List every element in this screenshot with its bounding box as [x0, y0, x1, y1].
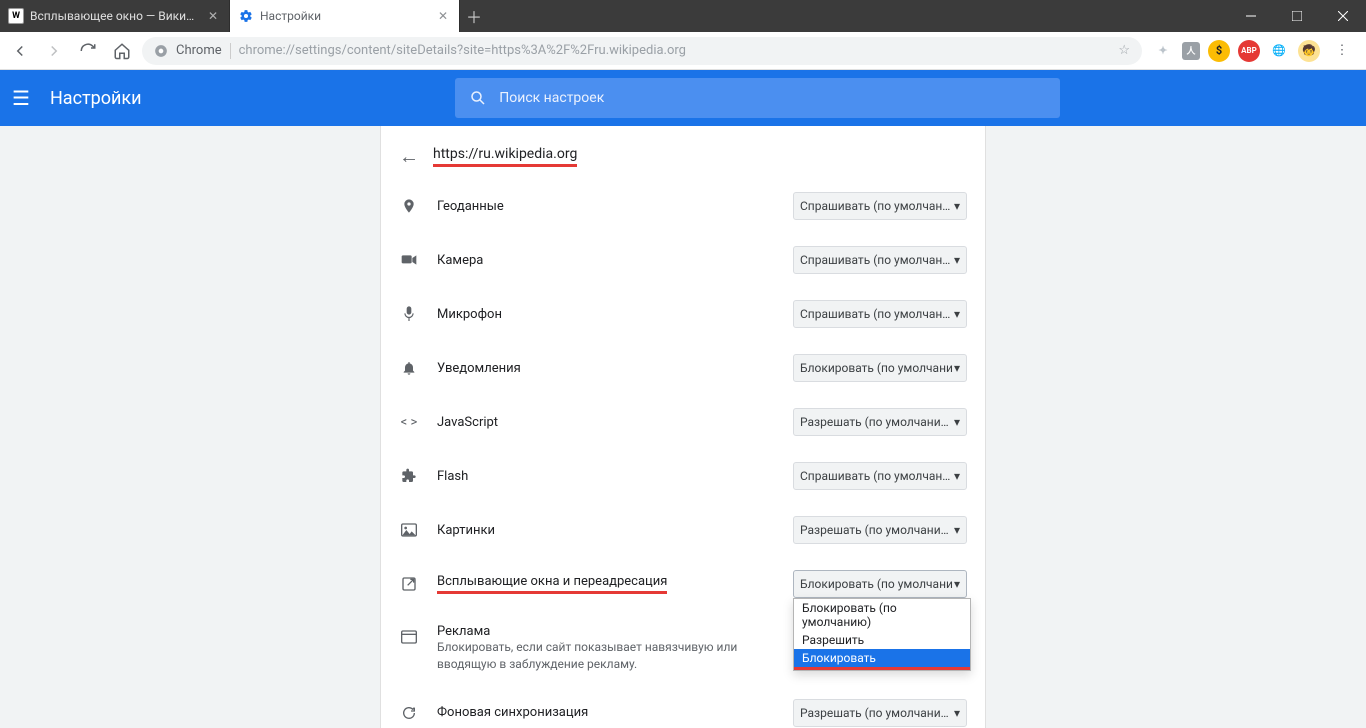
menu-icon[interactable]: ☰ — [12, 86, 30, 110]
page-title: Настройки — [50, 88, 142, 109]
perm-select-js[interactable]: Разрешать (по умолчанию)▾ — [793, 408, 967, 436]
site-details-card: ← https://ru.wikipedia.org Геоданные Спр… — [380, 126, 986, 728]
window-icon — [399, 630, 419, 644]
perm-label: JavaScript — [437, 415, 775, 430]
perm-select-bgsync[interactable]: Разрешать (по умолчанию)▾ — [793, 699, 967, 727]
tab-settings[interactable]: Настройки ✕ — [230, 0, 460, 32]
code-icon: < > — [399, 415, 419, 430]
chrome-label: Chrome — [176, 43, 222, 58]
perm-bgsync: Фоновая синхронизация Разрешать (по умол… — [381, 686, 985, 728]
perm-label: Микрофон — [437, 307, 775, 322]
extensions: ✦ 人 $ ABP 🌐 🧒 ⋮ — [1148, 37, 1360, 65]
chevron-down-icon: ▾ — [954, 577, 960, 591]
profile-avatar[interactable]: 🧒 — [1298, 40, 1320, 62]
close-window-button[interactable] — [1320, 0, 1366, 32]
close-icon[interactable]: ✕ — [205, 9, 221, 23]
puzzle-icon — [399, 468, 419, 484]
chevron-down-icon: ▾ — [954, 361, 960, 375]
dropdown-option[interactable]: Блокировать — [794, 649, 970, 670]
perm-label: Уведомления — [437, 361, 775, 376]
minimize-button[interactable] — [1228, 0, 1274, 32]
reload-button[interactable] — [74, 37, 102, 65]
chevron-down-icon: ▾ — [954, 253, 960, 267]
dropdown-option[interactable]: Блокировать (по умолчанию) — [794, 599, 970, 631]
perm-label: Картинки — [437, 523, 775, 538]
settings-header: ☰ Настройки Поиск настроек — [0, 70, 1366, 126]
perm-location: Геоданные Спрашивать (по умолчанию▾ — [381, 179, 985, 233]
search-icon — [469, 89, 487, 107]
perm-select-notif[interactable]: Блокировать (по умолчани▾ — [793, 354, 967, 382]
star-icon[interactable]: ☆ — [1118, 43, 1130, 58]
menu-button[interactable]: ⋮ — [1328, 37, 1356, 65]
site-url: https://ru.wikipedia.org — [433, 146, 577, 167]
window-titlebar: W Всплывающее окно — Википед ✕ Настройки… — [0, 0, 1366, 32]
settings-body: ← https://ru.wikipedia.org Геоданные Спр… — [0, 126, 1366, 728]
chevron-down-icon: ▾ — [954, 469, 960, 483]
perm-popups: Всплывающие окна и переадресация Блокиро… — [381, 557, 985, 611]
bell-icon — [399, 360, 419, 376]
back-arrow[interactable]: ← — [399, 144, 419, 169]
perm-select-images[interactable]: Разрешать (по умолчанию)▾ — [793, 516, 967, 544]
popups-dropdown: Блокировать (по умолчанию) Разрешить Бло… — [793, 598, 971, 671]
tab-title: Всплывающее окно — Википед — [30, 9, 199, 23]
chevron-down-icon: ▾ — [954, 415, 960, 429]
settings-search[interactable]: Поиск настроек — [455, 78, 1060, 118]
perm-label: Камера — [437, 253, 775, 268]
sync-icon — [399, 705, 419, 721]
perm-sublabel: Блокировать, если сайт показывает навязч… — [437, 639, 757, 673]
perm-select-popups[interactable]: Блокировать (по умолчани▾ Блокировать (п… — [793, 570, 967, 598]
chevron-down-icon: ▾ — [954, 706, 960, 720]
back-button[interactable] — [6, 37, 34, 65]
ext-icon[interactable]: $ — [1208, 40, 1230, 62]
browser-toolbar: Chrome chrome://settings/content/siteDet… — [0, 32, 1366, 70]
popup-icon — [399, 576, 419, 592]
tab-wikipedia[interactable]: W Всплывающее окно — Википед ✕ — [0, 0, 230, 32]
camera-icon — [399, 254, 419, 266]
perm-images: Картинки Разрешать (по умолчанию)▾ — [381, 503, 985, 557]
perm-select-mic[interactable]: Спрашивать (по умолчанию▾ — [793, 300, 967, 328]
perm-js: < > JavaScript Разрешать (по умолчанию)▾ — [381, 395, 985, 449]
tab-title: Настройки — [260, 9, 429, 23]
ext-icon[interactable]: ✦ — [1152, 40, 1174, 62]
wikipedia-icon: W — [8, 8, 24, 24]
perm-select-location[interactable]: Спрашивать (по умолчанию▾ — [793, 192, 967, 220]
perm-select-flash[interactable]: Спрашивать (по умолчанию▾ — [793, 462, 967, 490]
home-button[interactable] — [108, 37, 136, 65]
chevron-down-icon: ▾ — [954, 199, 960, 213]
chevron-down-icon: ▾ — [954, 523, 960, 537]
gear-icon — [238, 8, 254, 24]
perm-flash: Flash Спрашивать (по умолчанию▾ — [381, 449, 985, 503]
close-icon[interactable]: ✕ — [435, 9, 451, 23]
abp-icon[interactable]: ABP — [1238, 40, 1260, 62]
perm-select-camera[interactable]: Спрашивать (по умолчанию▾ — [793, 246, 967, 274]
ext-icon[interactable]: 🌐 — [1268, 40, 1290, 62]
maximize-button[interactable] — [1274, 0, 1320, 32]
perm-label: Геоданные — [437, 199, 775, 214]
dropdown-option[interactable]: Разрешить — [794, 631, 970, 649]
perm-label: Всплывающие окна и переадресация — [437, 574, 775, 594]
perm-mic: Микрофон Спрашивать (по умолчанию▾ — [381, 287, 985, 341]
forward-button[interactable] — [40, 37, 68, 65]
chevron-down-icon: ▾ — [954, 307, 960, 321]
image-icon — [399, 523, 419, 537]
location-icon — [399, 198, 419, 214]
url-text: chrome://settings/content/siteDetails?si… — [239, 43, 686, 58]
search-placeholder: Поиск настроек — [499, 90, 604, 106]
perm-label: Flash — [437, 469, 775, 484]
mic-icon — [399, 305, 419, 323]
perm-label: Фоновая синхронизация — [437, 705, 775, 720]
address-bar[interactable]: Chrome chrome://settings/content/siteDet… — [142, 37, 1142, 65]
window-controls — [1228, 0, 1366, 32]
chrome-icon — [154, 44, 168, 58]
ext-icon[interactable]: 人 — [1182, 42, 1200, 60]
perm-notifications: Уведомления Блокировать (по умолчани▾ — [381, 341, 985, 395]
perm-camera: Камера Спрашивать (по умолчанию▾ — [381, 233, 985, 287]
new-tab-button[interactable]: ＋ — [460, 4, 488, 28]
